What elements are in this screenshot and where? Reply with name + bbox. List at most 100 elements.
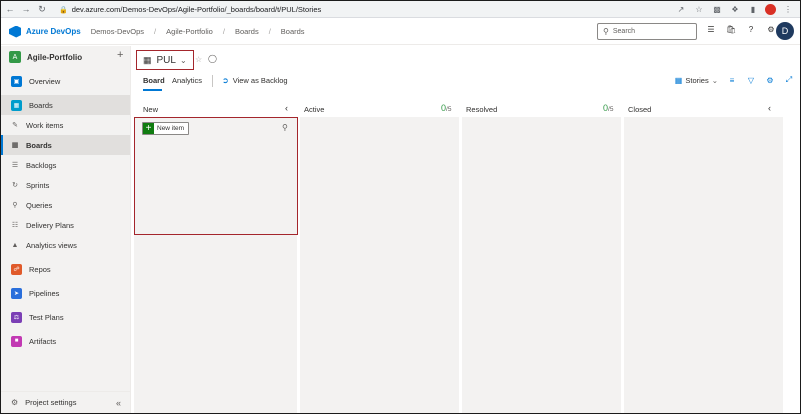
address-bar[interactable]: 🔒 dev.azure.com/Demos-DevOps/Agile-Portf… (59, 3, 579, 16)
breadcrumb-separator: / (154, 27, 157, 36)
project-name: Agile-Portfolio (27, 52, 83, 62)
gear-icon: ⚙ (11, 398, 19, 407)
forward-icon[interactable]: → (19, 2, 33, 16)
new-item-button[interactable]: + New item (142, 122, 190, 135)
nav-label: Boards (29, 100, 53, 110)
nav-test-plans[interactable]: ⚖ Test Plans (1, 305, 130, 329)
artifacts-icon: ■ (11, 335, 22, 347)
project-settings-label: Project settings (25, 398, 77, 407)
column-count-active: 0/5 (441, 103, 451, 113)
project-avatar: A (9, 51, 21, 63)
tab-divider (212, 75, 213, 87)
nav-boards[interactable]: ▦ Boards (1, 95, 130, 115)
search-placeholder: Search (612, 28, 636, 35)
nav-label: Repos (29, 264, 51, 274)
search-icon: ⚲ (603, 27, 609, 36)
board-icon: ▦ (143, 54, 152, 65)
star-icon[interactable]: ☆ (693, 3, 705, 15)
add-icon[interactable]: + (117, 49, 123, 61)
nav-label: Queries (26, 200, 53, 210)
avatar[interactable]: D (776, 22, 794, 40)
fullscreen-icon[interactable]: ⤢ (784, 75, 794, 85)
work-items-icon: ✎ (12, 122, 18, 129)
breadcrumb-project[interactable]: Agile-Portfolio (166, 27, 213, 36)
view-as-backlog-label: View as Backlog (232, 76, 288, 85)
column-title-closed: Closed (628, 104, 652, 114)
nav-artifacts[interactable]: ■ Artifacts (1, 329, 130, 353)
nav-repos[interactable]: ☍ Repos (1, 257, 130, 281)
column-title-active: Active (304, 104, 325, 114)
view-as-backlog-link[interactable]: ➲ View as Backlog (222, 76, 288, 85)
column-count-resolved: 0/5 (603, 103, 613, 113)
back-icon[interactable]: ← (3, 2, 17, 16)
project-header[interactable]: A Agile-Portfolio + (1, 47, 130, 67)
nav-overview[interactable]: ▣ Overview (1, 71, 130, 91)
column-closed (624, 117, 783, 413)
nav-label: Pipelines (29, 288, 60, 298)
tab-analytics[interactable]: Analytics (172, 76, 202, 85)
analytics-icon: ▲ (11, 241, 19, 249)
header-icons: ☰ 🛍 ? ⚙ (706, 25, 776, 34)
browser-profile-icon[interactable] (765, 3, 776, 15)
nav-label: Artifacts (29, 336, 57, 346)
project-settings[interactable]: ⚙ Project settings « (1, 391, 131, 413)
board-tabs: Board Analytics ➲ View as Backlog ▦ Stor… (132, 72, 800, 92)
boards-icon: ▦ (11, 99, 22, 111)
reload-icon[interactable]: ↻ (35, 2, 49, 16)
tab-board[interactable]: Board (143, 76, 165, 91)
nav-sprints[interactable]: ↻ Sprints (1, 175, 130, 195)
share-icon[interactable]: ↗ (675, 3, 687, 15)
nav-delivery-plans[interactable]: ☷ Delivery Plans (1, 215, 130, 235)
nav-label: Boards (26, 140, 52, 150)
shopping-bag-icon[interactable]: 🛍 (726, 25, 736, 34)
filter-icon[interactable]: ▽ (746, 76, 756, 85)
backlog-level-label: Stories (685, 75, 709, 85)
column-search-icon[interactable]: ⚲ (282, 123, 288, 132)
screen: ← → ↻ 🔒 dev.azure.com/Demos-DevOps/Agile… (0, 0, 801, 414)
overview-icon: ▣ (11, 75, 22, 87)
queries-icon: ⚲ (12, 202, 18, 209)
nav-pipelines[interactable]: ➤ Pipelines (1, 281, 130, 305)
view-options-icon[interactable]: ≡ (727, 76, 737, 85)
brand-name[interactable]: Azure DevOps (26, 27, 81, 36)
sidepanel-icon[interactable]: ▮ (747, 3, 759, 15)
browser-menu-icon[interactable]: ⋮ (782, 3, 794, 15)
puzzle-icon[interactable]: ❖ (729, 3, 741, 15)
board-title-row: ▦ PUL ⌄ ☆ ◯ (132, 46, 800, 72)
nav-boards-board[interactable]: ▦ Boards (1, 135, 130, 155)
nav-label: Work items (26, 120, 64, 130)
app-header: Azure DevOps Demos-DevOps / Agile-Portfo… (1, 19, 800, 45)
nav-queries[interactable]: ⚲ Queries (1, 195, 130, 215)
backlog-level-picker[interactable]: ▦ Stories ⌄ (675, 76, 718, 85)
browser-toolbar: ← → ↻ 🔒 dev.azure.com/Demos-DevOps/Agile… (1, 1, 800, 18)
favorite-star-icon[interactable]: ☆ (195, 55, 202, 64)
nav-work-items[interactable]: ✎ Work items (1, 115, 130, 135)
browser-actions: ↗ ☆ ▩ ❖ ▮ ⋮ (675, 3, 794, 15)
chevron-down-icon: ⌄ (179, 55, 187, 65)
breadcrumb-hub[interactable]: Boards (235, 27, 259, 36)
azure-devops-logo[interactable] (9, 25, 21, 38)
user-settings-icon[interactable]: ⚙ (766, 25, 776, 34)
breadcrumb-org[interactable]: Demos-DevOps (91, 27, 144, 36)
help-icon[interactable]: ? (746, 25, 756, 34)
nav-analytics-views[interactable]: ▲ Analytics views (1, 235, 130, 255)
lock-icon: 🔒 (59, 6, 68, 14)
board-icon: ▦ (11, 142, 19, 149)
team-members-icon[interactable]: ◯ (208, 54, 217, 63)
search-input[interactable]: ⚲ Search (597, 23, 697, 40)
chevron-down-icon: ⌄ (711, 75, 718, 85)
board-picker[interactable]: ▦ PUL ⌄ (136, 50, 194, 70)
breadcrumb-page[interactable]: Boards (281, 27, 305, 36)
extension-icon[interactable]: ▩ (711, 3, 723, 15)
collapse-nav-icon[interactable]: « (116, 398, 121, 408)
task-list-icon[interactable]: ☰ (706, 25, 716, 34)
settings-gear-icon[interactable]: ⚙ (765, 76, 775, 85)
chevron-left-icon[interactable]: ‹ (285, 103, 288, 113)
chevron-left-icon[interactable]: ‹ (768, 103, 771, 113)
url-text: dev.azure.com/Demos-DevOps/Agile-Portfol… (71, 5, 322, 14)
column-active (300, 117, 459, 413)
nav-backlogs[interactable]: ☰ Backlogs (1, 155, 130, 175)
left-navigation: A Agile-Portfolio + ▣ Overview ▦ Boards … (1, 46, 131, 413)
arrow-right-circle-icon: ➲ (222, 76, 229, 85)
test-plans-icon: ⚖ (11, 311, 22, 323)
